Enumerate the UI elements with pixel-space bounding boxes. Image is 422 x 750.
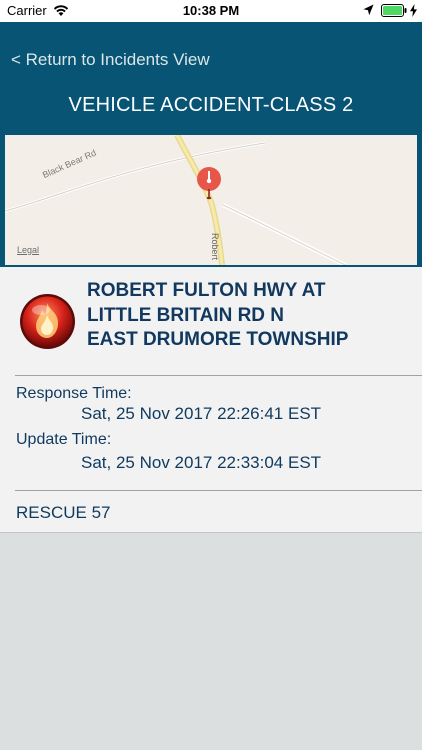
update-time-value: Sat, 25 Nov 2017 22:33:04 EST — [81, 453, 322, 472]
return-to-incidents-link[interactable]: < Return to Incidents View — [11, 50, 210, 70]
road-label-robert: Robert — [210, 233, 220, 261]
divider — [15, 375, 422, 376]
response-time-value: Sat, 25 Nov 2017 22:26:41 EST — [81, 404, 322, 423]
map-legal-link[interactable]: Legal — [17, 245, 39, 255]
response-time-label: Response Time: — [16, 385, 132, 402]
map-frame: Black Bear Rd Robert Legal — [0, 133, 422, 267]
status-bar: Carrier 10:38 PM — [0, 0, 422, 22]
address-line: LITTLE BRITAIN RD N — [87, 304, 285, 326]
incident-details: ROBERT FULTON HWY AT LITTLE BRITAIN RD N… — [0, 267, 422, 533]
nav-header: < Return to Incidents View VEHICLE ACCID… — [0, 22, 422, 133]
page-title: VEHICLE ACCIDENT-CLASS 2 — [68, 94, 354, 116]
location-pin-icon[interactable] — [195, 165, 223, 203]
divider — [15, 490, 422, 491]
update-time-label: Update Time: — [16, 431, 112, 448]
clock: 10:38 PM — [182, 3, 240, 18]
address-line: ROBERT FULTON HWY AT — [87, 280, 326, 301]
battery-icon — [381, 4, 407, 17]
fire-incident-icon — [20, 294, 75, 349]
charging-bolt-icon — [410, 4, 417, 17]
incident-address: ROBERT FULTON HWY AT LITTLE BRITAIN RD N… — [87, 279, 348, 353]
address-line: EAST DRUMORE TOWNSHIP — [87, 329, 349, 350]
location-arrow-icon — [363, 4, 374, 16]
incident-map[interactable]: Black Bear Rd Robert Legal — [5, 135, 417, 265]
responding-unit: RESCUE 57 — [16, 503, 111, 522]
